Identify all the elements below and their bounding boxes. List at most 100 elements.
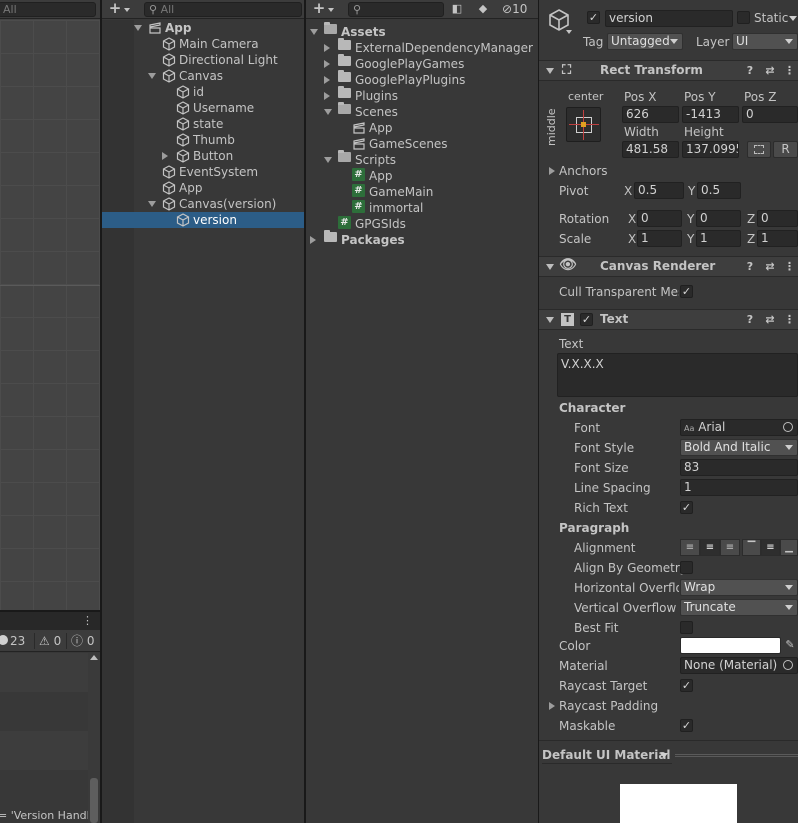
hierarchy-item[interactable]: Button bbox=[102, 148, 304, 164]
object-picker-icon[interactable] bbox=[783, 422, 793, 432]
font-style-dropdown[interactable]: Bold And Italic bbox=[680, 439, 798, 456]
align-right-icon[interactable]: ≡ bbox=[720, 539, 740, 556]
project-item[interactable]: Scripts bbox=[306, 150, 538, 168]
expanded-arrow-icon[interactable] bbox=[310, 29, 318, 35]
eyedropper-icon[interactable]: ✎ bbox=[783, 638, 797, 652]
raycast-target-checkbox[interactable]: ✓ bbox=[680, 679, 693, 692]
best-fit-checkbox[interactable] bbox=[680, 621, 693, 634]
cull-transparent-mesh-checkbox[interactable]: ✓ bbox=[680, 285, 693, 298]
collapsed-arrow-icon[interactable] bbox=[324, 92, 330, 100]
align-bottom-icon[interactable]: ▁ bbox=[780, 539, 798, 556]
line-spacing-field[interactable]: 1 bbox=[680, 479, 798, 496]
collapse-arrow-icon[interactable] bbox=[546, 264, 554, 270]
layer-dropdown[interactable]: UI bbox=[732, 33, 798, 50]
hierarchy-item[interactable]: Username bbox=[102, 100, 304, 116]
pos-y-field[interactable]: -1413 bbox=[682, 106, 739, 123]
collapsed-arrow-icon[interactable] bbox=[324, 60, 330, 68]
collapsed-arrow-icon[interactable] bbox=[324, 76, 330, 84]
filter-by-label-icon[interactable]: ◆ bbox=[476, 2, 490, 16]
rotation-y-field[interactable]: 0 bbox=[696, 210, 741, 227]
console-scroll-thumb[interactable] bbox=[90, 778, 98, 823]
filter-by-type-icon[interactable]: ◧ bbox=[450, 2, 464, 16]
hierarchy-search-input[interactable]: ⚲ All bbox=[144, 2, 302, 17]
blueprint-mode-button[interactable] bbox=[747, 141, 771, 158]
project-item[interactable]: # GPGSIds bbox=[306, 216, 538, 232]
gameobject-name-input[interactable]: version bbox=[605, 10, 733, 27]
object-picker-icon[interactable] bbox=[783, 660, 793, 670]
collapse-arrow-icon[interactable] bbox=[546, 317, 554, 323]
anchor-presets-button[interactable] bbox=[566, 107, 601, 142]
collapsed-arrow-icon[interactable] bbox=[310, 236, 316, 244]
pos-x-field[interactable]: 626 bbox=[622, 106, 679, 123]
hidden-packages-toggle[interactable]: ⊘10 bbox=[502, 2, 527, 17]
create-plus-icon[interactable]: + bbox=[312, 1, 326, 16]
scale-z-field[interactable]: 1 bbox=[757, 230, 798, 247]
log-count-badge[interactable]: 23 bbox=[0, 633, 28, 649]
collapsed-arrow-icon[interactable] bbox=[162, 152, 168, 160]
align-left-icon[interactable]: ≡ bbox=[680, 539, 700, 556]
scroll-up-icon[interactable] bbox=[90, 655, 98, 660]
presets-icon[interactable]: ⇄ bbox=[763, 260, 777, 274]
canvas-renderer-header[interactable]: 👁 Canvas Renderer ? ⇄ ⋮ bbox=[539, 256, 798, 277]
create-dropdown-caret-icon[interactable] bbox=[124, 8, 130, 12]
pivot-y-field[interactable]: 0.5 bbox=[697, 182, 741, 199]
console-row[interactable] bbox=[0, 653, 88, 692]
project-item[interactable]: # App bbox=[306, 168, 538, 184]
tag-dropdown[interactable]: Untagged bbox=[607, 33, 683, 50]
project-search-input[interactable]: ⚲ bbox=[348, 2, 444, 17]
pos-z-field[interactable]: 0 bbox=[742, 106, 798, 123]
expanded-arrow-icon[interactable] bbox=[148, 73, 156, 79]
color-swatch[interactable] bbox=[680, 637, 781, 654]
project-item[interactable]: # immortal bbox=[306, 200, 538, 216]
help-icon[interactable]: ? bbox=[743, 64, 757, 78]
font-field[interactable]: Aa Arial bbox=[680, 419, 798, 436]
scale-y-field[interactable]: 1 bbox=[696, 230, 741, 247]
scale-x-field[interactable]: 1 bbox=[637, 230, 682, 247]
icon-dropdown-caret-icon[interactable] bbox=[566, 30, 572, 34]
create-plus-icon[interactable]: + bbox=[108, 1, 122, 16]
expanded-arrow-icon[interactable] bbox=[134, 25, 142, 31]
context-menu-icon[interactable]: ⋮ bbox=[784, 64, 795, 78]
error-count-badge[interactable]: ⓘ 0 bbox=[66, 633, 100, 649]
raycast-padding-label[interactable]: Raycast Padding bbox=[559, 698, 658, 714]
align-top-icon[interactable]: ▔ bbox=[742, 539, 761, 556]
help-icon[interactable]: ? bbox=[743, 313, 757, 327]
help-icon[interactable]: ? bbox=[743, 260, 757, 274]
anchors-expand-arrow-icon[interactable] bbox=[549, 167, 555, 175]
text-value-area[interactable]: V.X.X.X bbox=[557, 353, 798, 397]
align-center-icon[interactable]: ≡ bbox=[700, 539, 720, 556]
context-menu-icon[interactable]: ⋮ bbox=[784, 260, 795, 274]
height-field[interactable]: 137.0995 bbox=[682, 141, 739, 158]
context-menu-icon[interactable]: ⋮ bbox=[784, 313, 795, 327]
pivot-x-field[interactable]: 0.5 bbox=[634, 182, 684, 199]
scene-view[interactable]: All bbox=[0, 0, 100, 610]
align-middle-icon[interactable]: ≡ bbox=[761, 539, 780, 556]
collapse-arrow-icon[interactable] bbox=[546, 68, 554, 74]
console-row[interactable] bbox=[0, 692, 88, 731]
text-enabled-checkbox[interactable]: ✓ bbox=[580, 313, 593, 326]
expanded-arrow-icon[interactable] bbox=[324, 157, 332, 163]
hierarchy-item[interactable]: EventSystem bbox=[102, 164, 304, 180]
rotation-z-field[interactable]: 0 bbox=[757, 210, 798, 227]
console-row[interactable] bbox=[0, 731, 88, 770]
font-size-field[interactable]: 83 bbox=[680, 459, 798, 476]
rich-text-checkbox[interactable]: ✓ bbox=[680, 501, 693, 514]
project-item[interactable]: App bbox=[306, 120, 538, 136]
anchors-label[interactable]: Anchors bbox=[559, 163, 608, 179]
scene-search-input[interactable]: All bbox=[0, 2, 96, 17]
create-dropdown-caret-icon[interactable] bbox=[328, 8, 334, 12]
project-item[interactable]: # GameMain bbox=[306, 184, 538, 200]
rect-transform-header[interactable]: ⛶ Rect Transform ? ⇄ ⋮ bbox=[539, 60, 798, 81]
material-dropdown[interactable]: Default UI Material bbox=[542, 746, 672, 764]
align-by-geometry-checkbox[interactable] bbox=[680, 561, 693, 574]
hierarchy-item[interactable]: Main Camera bbox=[102, 36, 304, 52]
rotation-x-field[interactable]: 0 bbox=[637, 210, 682, 227]
vertical-overflow-dropdown[interactable]: Truncate bbox=[680, 599, 798, 616]
width-field[interactable]: 481.58 bbox=[622, 141, 679, 158]
hierarchy-item[interactable]: Canvas(version) bbox=[102, 196, 304, 212]
static-checkbox[interactable] bbox=[737, 11, 750, 24]
hierarchy-item[interactable]: App bbox=[102, 180, 304, 196]
collapsed-arrow-icon[interactable] bbox=[324, 44, 330, 52]
presets-icon[interactable]: ⇄ bbox=[763, 64, 777, 78]
text-component-header[interactable]: T ✓ Text ? ⇄ ⋮ bbox=[539, 309, 798, 330]
